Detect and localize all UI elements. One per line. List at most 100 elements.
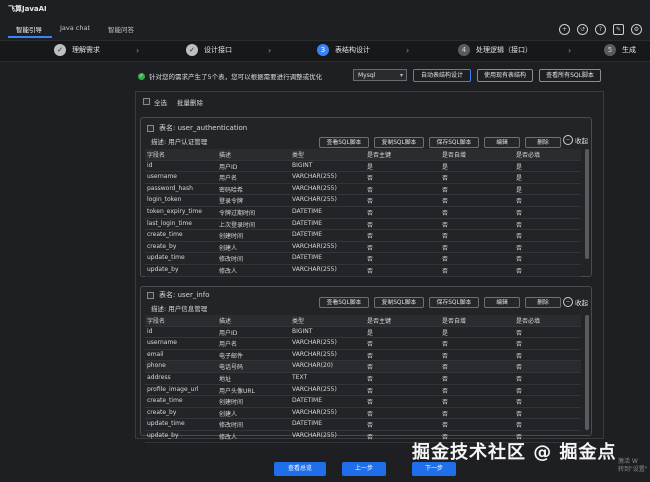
table-cell: 否 (367, 399, 374, 407)
table-cell: BIGINT (292, 327, 313, 335)
notice-text: 针对您的需求产生了5个表，您可以根据需要进行调整或优化 (149, 73, 323, 81)
table-cell: 否 (367, 198, 374, 206)
table-cell: 否 (367, 433, 374, 441)
table-cell: VARCHAR(255) (292, 431, 337, 439)
table-cell: 创建人 (219, 410, 238, 418)
save-sql-button[interactable]: 保存SQL脚本 (429, 297, 479, 308)
table-cell: 否 (516, 209, 523, 217)
column-header: 是否必填 (516, 318, 541, 325)
table-cell: 否 (367, 186, 374, 194)
table-cell: 密码哈希 (219, 186, 244, 194)
table-cell: 否 (442, 209, 449, 217)
step-label: 处理逻辑（接口） (476, 46, 532, 54)
table-cell: 修改时间 (219, 256, 244, 264)
chevron-down-icon: ▾ (399, 72, 403, 79)
table-desc: 描述: 用户信息管理 (151, 305, 208, 313)
activation-line-2: 转到"设置" (618, 466, 648, 473)
settings-icon[interactable]: ⚙ (631, 24, 642, 35)
table-checkbox[interactable] (147, 292, 154, 299)
table-cell: create_by (147, 242, 177, 250)
next-step-button[interactable]: 下一步 (412, 462, 456, 476)
table-cell: 否 (516, 198, 523, 206)
table-cell: 用户头像URL (219, 387, 255, 395)
collapse-button[interactable]: − 收起 (563, 135, 588, 145)
step-number: 3 (317, 44, 329, 56)
table-scrollbar[interactable] (585, 315, 589, 430)
copy-sql-button[interactable]: 复制SQL脚本 (374, 137, 424, 148)
view-all-sql-button[interactable]: 查看所有SQL脚本 (539, 69, 601, 82)
table-cell: 否 (442, 233, 449, 241)
edit-button[interactable]: 编辑 (484, 297, 520, 308)
save-sql-button[interactable]: 保存SQL脚本 (429, 137, 479, 148)
add-icon[interactable]: + (559, 24, 570, 35)
table-row: create_time 创建时间 DATETIME 否 否 否 (145, 230, 581, 242)
table-cell: DATETIME (292, 420, 323, 428)
table-cell: 用户ID (219, 163, 238, 171)
columns-table: 字段名 描述 类型 是否主键 是否自增 是否必填 id 用户ID BIGINT 是是是… (145, 149, 581, 277)
table-cell: 否 (442, 256, 449, 264)
column-header: 是否主键 (367, 318, 392, 325)
table-cell: last_login_time (147, 219, 192, 227)
top-toolbar: + ↺ ? ✎ ⚙ (559, 24, 642, 35)
column-header: 是否自增 (442, 152, 467, 159)
select-all-checkbox[interactable] (143, 98, 150, 105)
table-cell: VARCHAR(255) (292, 339, 337, 347)
step-done-icon: ✓ (186, 44, 198, 56)
table-cell: VARCHAR(255) (292, 385, 337, 393)
table-cell: 修改人 (219, 267, 238, 275)
table-cell: 否 (367, 244, 374, 252)
auto-design-button[interactable]: 自动表结构设计 (413, 69, 471, 82)
view-sql-button[interactable]: 查看SQL脚本 (319, 137, 369, 148)
table-cell: password_hash (147, 184, 193, 192)
delete-button[interactable]: 删除 (525, 137, 561, 148)
delete-button[interactable]: 删除 (525, 297, 561, 308)
view-sql-button[interactable]: 查看SQL脚本 (319, 297, 369, 308)
help-icon[interactable]: ? (595, 24, 606, 35)
tab-smart-qa[interactable]: 智能问答 (100, 22, 144, 38)
table-cell: id (147, 327, 153, 335)
table-cell: 否 (442, 364, 449, 372)
table-cell: update_time (147, 254, 185, 262)
copy-sql-button[interactable]: 复制SQL脚本 (374, 297, 424, 308)
watermark: 掘金技术社区 @ 掘金点 (412, 442, 617, 463)
edit-icon[interactable]: ✎ (613, 24, 624, 35)
table-cell: 创建时间 (219, 399, 244, 407)
table-row: phone 电话号码 VARCHAR(20) 否 否 否 (145, 361, 581, 373)
step-done-icon: ✓ (54, 44, 66, 56)
table-checkbox[interactable] (147, 125, 154, 132)
step-label: 生成 (622, 46, 636, 54)
table-scrollbar[interactable] (585, 149, 589, 259)
batch-delete-button[interactable]: 批量删除 (177, 97, 203, 107)
collapse-label: 收起 (575, 299, 588, 307)
view-overview-button[interactable]: 查看总览 (274, 462, 326, 476)
collapse-button[interactable]: − 收起 (563, 297, 588, 307)
prev-step-button[interactable]: 上一步 (342, 462, 386, 476)
table-cell: profile_image_url (147, 385, 199, 393)
column-header: 字段名 (147, 152, 166, 159)
table-row: id 用户ID BIGINT 是 是 是 (145, 161, 581, 173)
use-existing-button[interactable]: 使用现有表结构 (477, 69, 533, 82)
table-cell: 否 (442, 341, 449, 349)
chevron-right-icon: › (136, 45, 140, 55)
db-select[interactable]: Mysql ▾ (353, 69, 407, 81)
column-header: 字段名 (147, 318, 166, 325)
table-cell: VARCHAR(20) (292, 362, 333, 370)
table-cell: 是 (516, 186, 523, 194)
table-card-user-authentication: 表名: user_authentication 描述: 用户认证管理 查看SQL… (140, 117, 592, 277)
table-cell: 登录令牌 (219, 198, 244, 206)
table-cell: DATETIME (292, 207, 323, 215)
edit-button[interactable]: 编辑 (484, 137, 520, 148)
table-cell: id (147, 161, 153, 169)
table-cell: 否 (442, 410, 449, 418)
tab-java-chat[interactable]: Java chat (52, 22, 100, 38)
table-row: profile_image_url 用户头像URL VARCHAR(255) 否 否 否 (145, 385, 581, 397)
history-icon[interactable]: ↺ (577, 24, 588, 35)
table-cell: 否 (367, 267, 374, 275)
app-title: 飞算JavaAI (8, 5, 47, 13)
table-cell: 修改人 (219, 433, 238, 441)
table-cell: email (147, 350, 164, 358)
activation-line-1: 激活 W (618, 458, 638, 465)
tab-smart-guide[interactable]: 智能引导 (8, 22, 52, 38)
os-activation-notice: 激活 W 转到"设置" (618, 458, 648, 474)
table-name: 表名: user_info (159, 291, 210, 299)
